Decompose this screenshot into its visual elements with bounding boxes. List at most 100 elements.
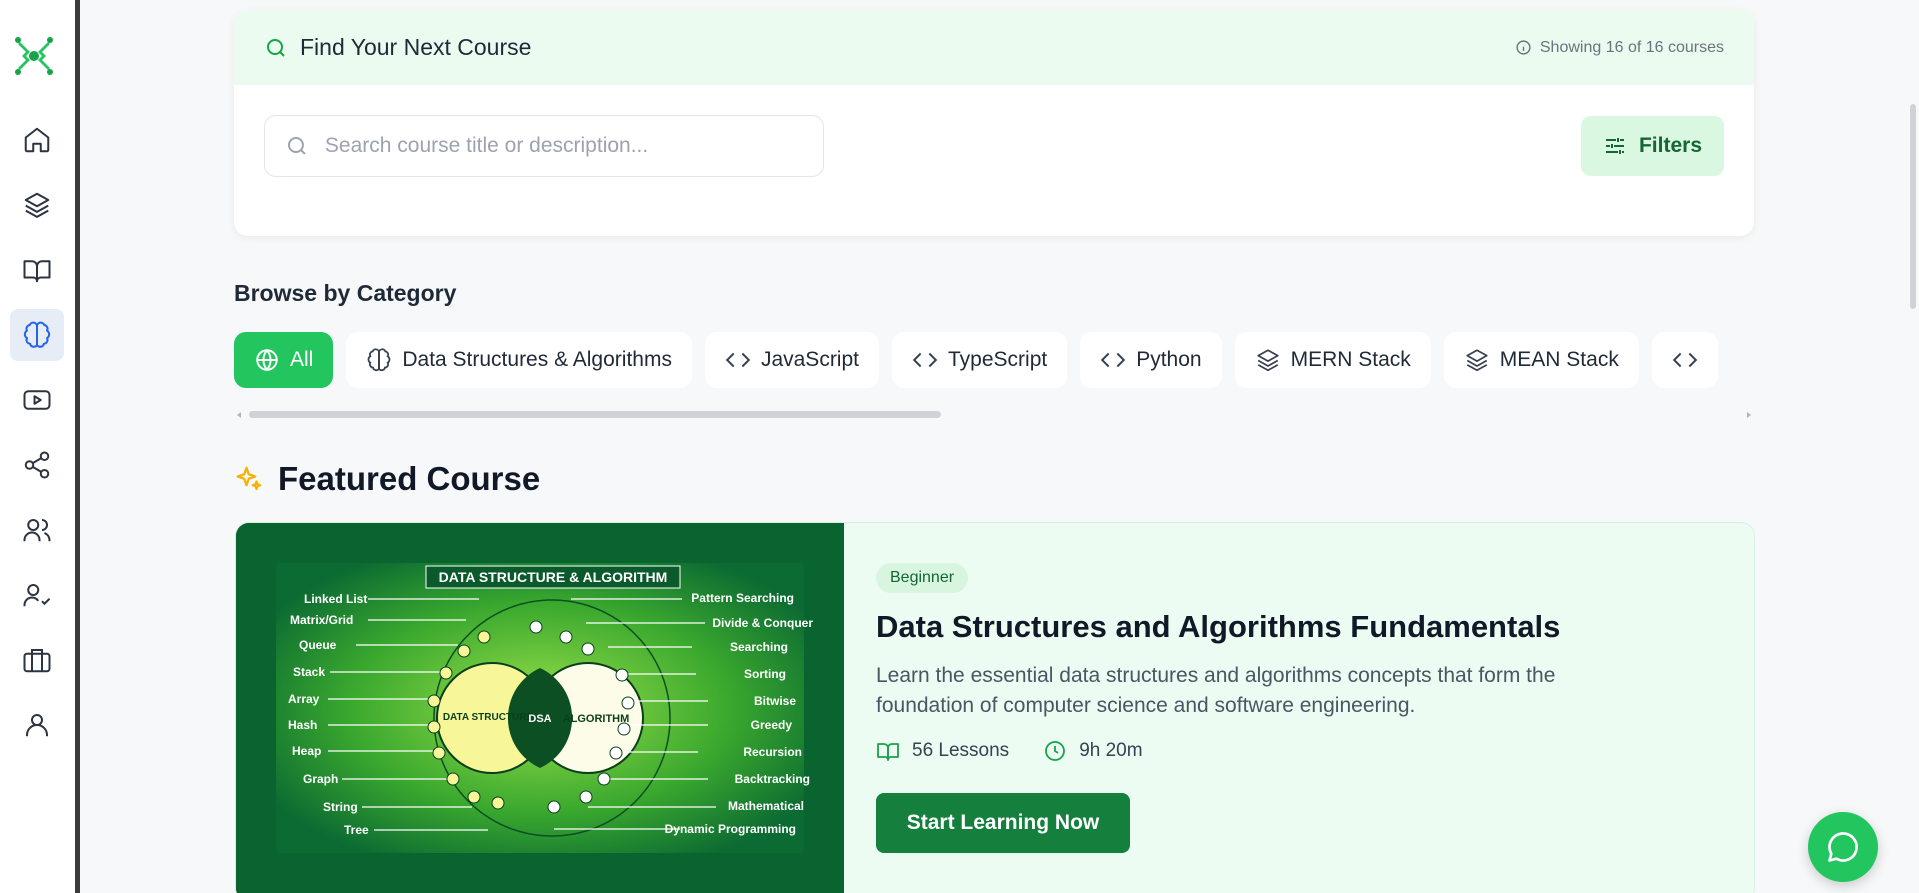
search-icon: [267, 38, 285, 57]
nav-users[interactable]: [10, 504, 64, 556]
nav-user-check[interactable]: [10, 569, 64, 621]
scroll-left-arrow-icon[interactable]: [234, 410, 244, 420]
category-chip-python[interactable]: Python: [1080, 332, 1222, 388]
globe-icon: [256, 349, 278, 371]
nav-brain[interactable]: [10, 309, 64, 361]
category-chip-typescript[interactable]: TypeScript: [892, 332, 1068, 388]
search-panel-title-wrap: Find Your Next Course: [264, 34, 531, 61]
results-count: Showing 16 of 16 courses: [1539, 38, 1724, 56]
search-box[interactable]: [264, 115, 824, 177]
code-icon: [912, 352, 938, 368]
category-chip-label: MERN Stack: [1290, 348, 1411, 371]
infographic-right-label: Recursion: [743, 745, 802, 759]
search-input[interactable]: [324, 134, 803, 158]
infographic-left-label: Heap: [292, 744, 321, 758]
category-chip-label: JavaScript: [760, 348, 859, 371]
infographic-left-label: Array: [288, 692, 320, 706]
main-content: Find Your Next Course Showing 16 of 16 c…: [80, 0, 1919, 893]
brain-icon: [23, 321, 51, 348]
featured-course-card[interactable]: DATA STRUCTURE & ALGORITHM DATA STRUCTUR…: [235, 522, 1755, 893]
infographic-right-label: Divide & Conquer: [712, 616, 813, 630]
nav-book[interactable]: [10, 244, 64, 296]
layers-icon: [1256, 349, 1279, 372]
infographic-banner: DATA STRUCTURE & ALGORITHM: [439, 569, 668, 585]
infographic-right-label: Sorting: [744, 667, 786, 681]
clock-icon: [1045, 741, 1066, 761]
code-icon: [725, 352, 751, 368]
users-icon: [23, 519, 51, 542]
browse-category-title: Browse by Category: [234, 280, 457, 306]
course-description: Learn the essential data structures and …: [876, 664, 1556, 717]
infographic-left-label: Hash: [288, 718, 317, 732]
book-open-icon: [23, 260, 51, 283]
category-chip-label: All: [290, 348, 314, 371]
brain-icon: [368, 348, 391, 372]
category-chip-dsa[interactable]: Data Structures & Algorithms: [346, 332, 692, 388]
search-icon: [287, 137, 306, 155]
code-icon: [1101, 352, 1126, 368]
chat-button[interactable]: [1808, 812, 1878, 882]
nav-briefcase[interactable]: [10, 634, 64, 686]
infographic-right-label: Dynamic Programming: [665, 822, 796, 836]
featured-title-text: Featured Course: [278, 460, 541, 497]
infographic-left-label: Stack: [293, 665, 325, 679]
logo-icon[interactable]: [12, 34, 56, 78]
featured-course-info: Beginner Data Structures and Algorithms …: [876, 563, 1716, 853]
infographic-right-label: Mathematical: [728, 799, 804, 813]
infographic-left-circle: DATA STRUCTURE: [443, 712, 534, 723]
infographic-right-label: Searching: [730, 640, 788, 654]
category-chip-label: MEAN Stack: [1499, 348, 1619, 371]
chat-bubble-icon: [1828, 832, 1858, 862]
nav-profile[interactable]: [10, 699, 64, 751]
category-chip-more[interactable]: [1651, 332, 1718, 388]
book-open-icon: [877, 743, 899, 761]
category-chip-label: TypeScript: [948, 348, 1048, 371]
category-chip-javascript[interactable]: JavaScript: [704, 332, 879, 388]
infographic-left-label: String: [323, 800, 358, 814]
category-chip-mean[interactable]: MEAN Stack: [1443, 332, 1639, 388]
infographic-left-label: Queue: [299, 638, 337, 652]
search-panel-title: Find Your Next Course: [300, 34, 532, 60]
page-scrollbar-thumb[interactable]: [1910, 104, 1916, 309]
infographic-left-label: Graph: [303, 772, 338, 786]
dsa-infographic: DATA STRUCTURE & ALGORITHM DATA STRUCTUR…: [236, 523, 844, 893]
infographic-right-circle: ALGORITHM: [563, 713, 630, 725]
category-chip-label: Python: [1136, 348, 1202, 371]
level-badge: Beginner: [876, 563, 969, 593]
infographic-right-label: Greedy: [751, 718, 793, 732]
featured-section-title: Featured Course: [234, 460, 540, 498]
home-icon: [24, 127, 50, 153]
briefcase-icon: [23, 649, 51, 673]
sparkles-icon: [236, 466, 262, 491]
infographic-right-label: Bitwise: [754, 694, 796, 708]
course-title[interactable]: Data Structures and Algorithms Fundament…: [876, 609, 1716, 645]
lessons-count: 56 Lessons: [912, 740, 1010, 761]
category-scrollbar-thumb[interactable]: [249, 411, 941, 418]
infographic-left-label: Linked List: [304, 592, 367, 606]
search-panel-header: Find Your Next Course Showing 16 of 16 c…: [234, 10, 1754, 85]
user-check-icon: [23, 584, 51, 607]
infographic-right-label: Backtracking: [735, 772, 810, 786]
course-thumbnail[interactable]: DATA STRUCTURE & ALGORITHM DATA STRUCTUR…: [236, 523, 844, 893]
nav-home[interactable]: [10, 114, 64, 166]
category-chip-label: Data Structures & Algorithms: [402, 348, 672, 371]
search-panel-body: Filters: [234, 85, 1754, 236]
nav-video[interactable]: [10, 374, 64, 426]
sliders-icon: [1605, 138, 1624, 154]
category-chips: All Data Structures & Algorithms JavaScr…: [234, 332, 1754, 388]
infographic-left-label: Matrix/Grid: [290, 613, 353, 627]
scroll-right-arrow-icon[interactable]: [1744, 410, 1754, 420]
nav-layers[interactable]: [10, 179, 64, 231]
filters-button[interactable]: Filters: [1581, 116, 1724, 176]
category-chip-all[interactable]: All: [234, 332, 334, 388]
sidebar: [0, 0, 80, 893]
category-chip-mern[interactable]: MERN Stack: [1234, 332, 1431, 388]
code-icon: [1672, 352, 1698, 368]
info-icon: [1516, 40, 1531, 55]
infographic-left-label: Tree: [344, 823, 369, 837]
infographic-right-label: Pattern Searching: [691, 591, 794, 605]
layers-icon: [1466, 349, 1488, 372]
nav-share[interactable]: [10, 439, 64, 491]
start-learning-button[interactable]: Start Learning Now: [876, 793, 1130, 853]
video-icon: [23, 390, 51, 410]
